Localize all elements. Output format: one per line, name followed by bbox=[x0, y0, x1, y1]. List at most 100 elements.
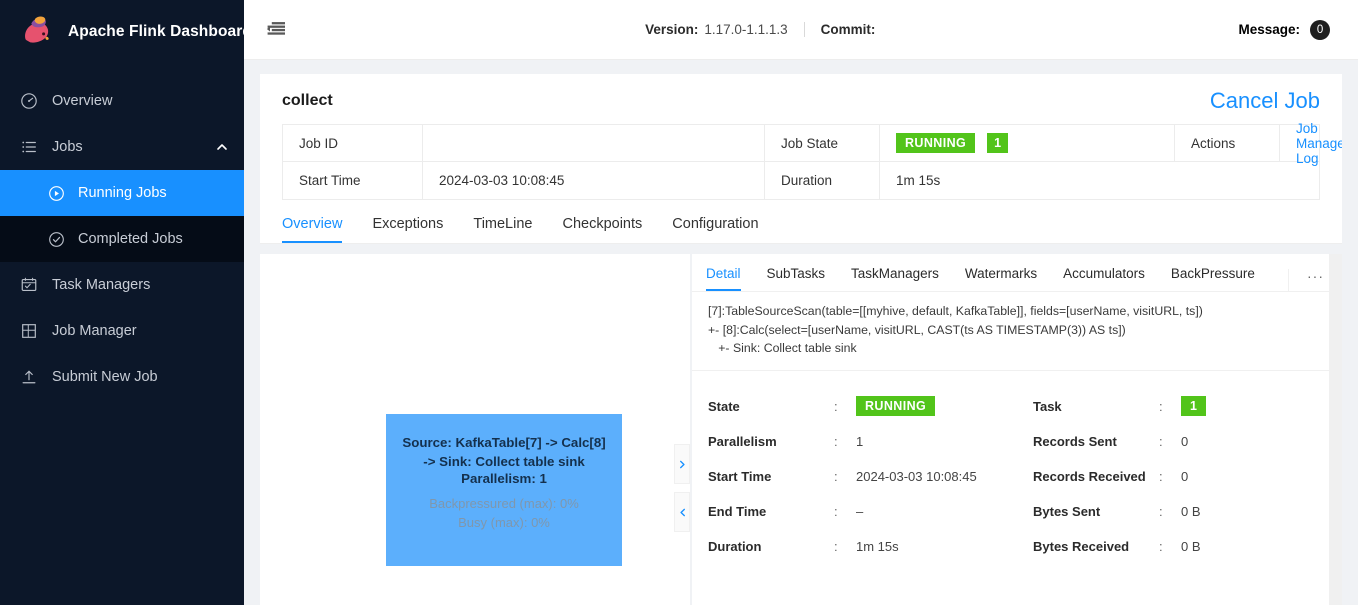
sidebar-item-running-jobs[interactable]: Running Jobs bbox=[0, 170, 244, 216]
check-circle-icon bbox=[49, 231, 64, 247]
empty-cell bbox=[1175, 162, 1280, 199]
job-id-label: Job ID bbox=[283, 125, 423, 161]
menu-fold-icon[interactable] bbox=[264, 18, 288, 42]
tab-checkpoints[interactable]: Checkpoints bbox=[562, 216, 642, 243]
tab-overview[interactable]: Overview bbox=[282, 216, 343, 243]
tab-detail[interactable]: Detail bbox=[706, 266, 741, 291]
sidebar-item-label: Overview bbox=[52, 93, 113, 109]
sidebar-item-job-manager[interactable]: Job Manager bbox=[0, 308, 244, 354]
parallelism-value: 1 bbox=[856, 433, 864, 449]
content: collect Cancel Job Job ID Job State RUNN… bbox=[244, 60, 1358, 605]
tab-watermarks[interactable]: Watermarks bbox=[965, 266, 1037, 291]
list-item: End Time : – bbox=[708, 494, 1017, 529]
app-root: Apache Flink Dashboard Overview Jobs Run… bbox=[0, 0, 1358, 605]
bytes-received-value: 0 B bbox=[1181, 538, 1201, 554]
job-header: collect Cancel Job bbox=[260, 74, 1342, 124]
sidebar-item-task-managers[interactable]: Task Managers bbox=[0, 262, 244, 308]
brand: Apache Flink Dashboard bbox=[0, 0, 244, 64]
expand-detail-button[interactable] bbox=[674, 444, 690, 484]
colon: : bbox=[1159, 398, 1163, 414]
version-label: Version: bbox=[645, 22, 699, 37]
task-count-badge: 1 bbox=[987, 133, 1009, 153]
node-title-line2: -> Sink: Collect table sink bbox=[423, 453, 585, 469]
cancel-job-button[interactable]: Cancel Job bbox=[1210, 88, 1320, 114]
empty-cell bbox=[1280, 162, 1319, 199]
job-graph-node[interactable]: Source: KafkaTable[7] -> Calc[8] -> Sink… bbox=[386, 414, 622, 566]
duration-label: Duration bbox=[765, 162, 880, 199]
colon: : bbox=[1159, 503, 1163, 519]
records-sent-label: Records Sent bbox=[1033, 433, 1117, 449]
execution-plan-text: [7]:TableSourceScan(table=[[myhive, defa… bbox=[692, 292, 1342, 371]
sidebar-item-label: Submit New Job bbox=[52, 369, 158, 385]
detail-scrollbar[interactable] bbox=[1329, 254, 1342, 605]
colon: : bbox=[1159, 538, 1163, 554]
play-circle-icon bbox=[49, 185, 64, 201]
sidebar-item-overview[interactable]: Overview bbox=[0, 78, 244, 124]
list-item: Duration : 1m 15s bbox=[708, 529, 1017, 564]
job-card: collect Cancel Job Job ID Job State RUNN… bbox=[260, 74, 1342, 605]
tab-accumulators[interactable]: Accumulators bbox=[1063, 266, 1145, 291]
bytes-received-label: Bytes Received bbox=[1033, 538, 1130, 554]
sidebar-submenu-jobs: Running Jobs Completed Jobs bbox=[0, 170, 244, 262]
tab-timeline[interactable]: TimeLine bbox=[473, 216, 532, 243]
tab-subtasks[interactable]: SubTasks bbox=[767, 266, 826, 291]
job-id-value bbox=[423, 125, 765, 161]
pane-toggle-group bbox=[674, 444, 690, 532]
end-time-value: – bbox=[856, 503, 864, 519]
list-item: Task : 1 bbox=[1033, 389, 1342, 424]
chevron-left-icon bbox=[679, 508, 685, 516]
divider bbox=[803, 22, 805, 37]
message-label: Message: bbox=[1238, 22, 1301, 37]
job-manager-icon bbox=[22, 324, 36, 338]
detail-metrics-right: Task : 1 Records Sent : 0 Records Receiv… bbox=[1017, 389, 1342, 564]
job-body-split: Source: KafkaTable[7] -> Calc[8] -> Sink… bbox=[260, 244, 1342, 605]
status-badge: RUNNING bbox=[896, 133, 976, 153]
job-tabs: Overview Exceptions TimeLine Checkpoints… bbox=[260, 200, 1342, 244]
detail-metrics-grid: State : RUNNING Parallelism : 1 Start Ti… bbox=[692, 371, 1342, 564]
tab-backpressure[interactable]: BackPressure bbox=[1171, 266, 1255, 291]
job-manager-log-link[interactable]: Job Manager Log bbox=[1296, 121, 1342, 166]
bytes-sent-label: Bytes Sent bbox=[1033, 503, 1101, 519]
duration-value: 1m 15s bbox=[856, 538, 899, 554]
sidebar-nav: Overview Jobs Running Jobs Completed Job… bbox=[0, 78, 244, 400]
tab-taskmanagers[interactable]: TaskManagers bbox=[851, 266, 939, 291]
node-parallelism: Parallelism: 1 bbox=[461, 471, 547, 486]
node-backpressured: Backpressured (max): 0% bbox=[429, 496, 579, 511]
collapse-detail-button[interactable] bbox=[674, 492, 690, 532]
main-area: Version: 1.17.0-1.1.1.3 Commit: Message:… bbox=[244, 0, 1358, 605]
start-time-value: 2024-03-03 10:08:45 bbox=[856, 468, 977, 484]
job-state-value: RUNNING 1 bbox=[880, 125, 1175, 161]
page-title: collect bbox=[282, 92, 333, 109]
version-value: 1.17.0-1.1.1.3 bbox=[704, 22, 788, 37]
list-item: Start Time : 2024-03-03 10:08:45 bbox=[708, 459, 1017, 494]
task-managers-icon bbox=[21, 277, 37, 291]
sidebar-item-submit-new-job[interactable]: Submit New Job bbox=[0, 354, 244, 400]
topbar-info: Version: 1.17.0-1.1.1.3 Commit: bbox=[645, 22, 881, 37]
message-area[interactable]: Message: 0 bbox=[1238, 19, 1331, 40]
start-time-label: Start Time bbox=[708, 468, 772, 484]
topbar: Version: 1.17.0-1.1.1.3 Commit: Message:… bbox=[244, 0, 1358, 60]
table-row: Start Time 2024-03-03 10:08:45 Duration … bbox=[283, 162, 1319, 199]
chevron-up-icon[interactable] bbox=[216, 141, 228, 153]
state-badge: RUNNING bbox=[856, 396, 936, 416]
upload-icon bbox=[22, 370, 36, 384]
colon: : bbox=[834, 503, 838, 519]
actions-value: Job Manager Log bbox=[1280, 121, 1342, 166]
chevron-right-icon bbox=[679, 460, 685, 468]
sidebar-item-jobs[interactable]: Jobs bbox=[0, 124, 244, 170]
detail-tabs: Detail SubTasks TaskManagers Watermarks … bbox=[692, 254, 1342, 292]
sidebar-item-completed-jobs[interactable]: Completed Jobs bbox=[0, 216, 244, 262]
parallelism-label: Parallelism bbox=[708, 433, 777, 449]
job-graph-pane[interactable]: Source: KafkaTable[7] -> Calc[8] -> Sink… bbox=[260, 254, 690, 605]
sidebar-item-label: Jobs bbox=[52, 139, 83, 155]
tab-exceptions[interactable]: Exceptions bbox=[372, 216, 443, 243]
records-sent-value: 0 bbox=[1181, 433, 1189, 449]
colon: : bbox=[834, 538, 838, 554]
tab-configuration[interactable]: Configuration bbox=[672, 216, 758, 243]
state-label: State bbox=[708, 398, 740, 414]
colon: : bbox=[834, 398, 838, 414]
colon: : bbox=[834, 433, 838, 449]
list-item: Records Received : 0 bbox=[1033, 459, 1342, 494]
flink-squirrel-logo bbox=[25, 16, 49, 43]
list-item: State : RUNNING bbox=[708, 389, 1017, 424]
